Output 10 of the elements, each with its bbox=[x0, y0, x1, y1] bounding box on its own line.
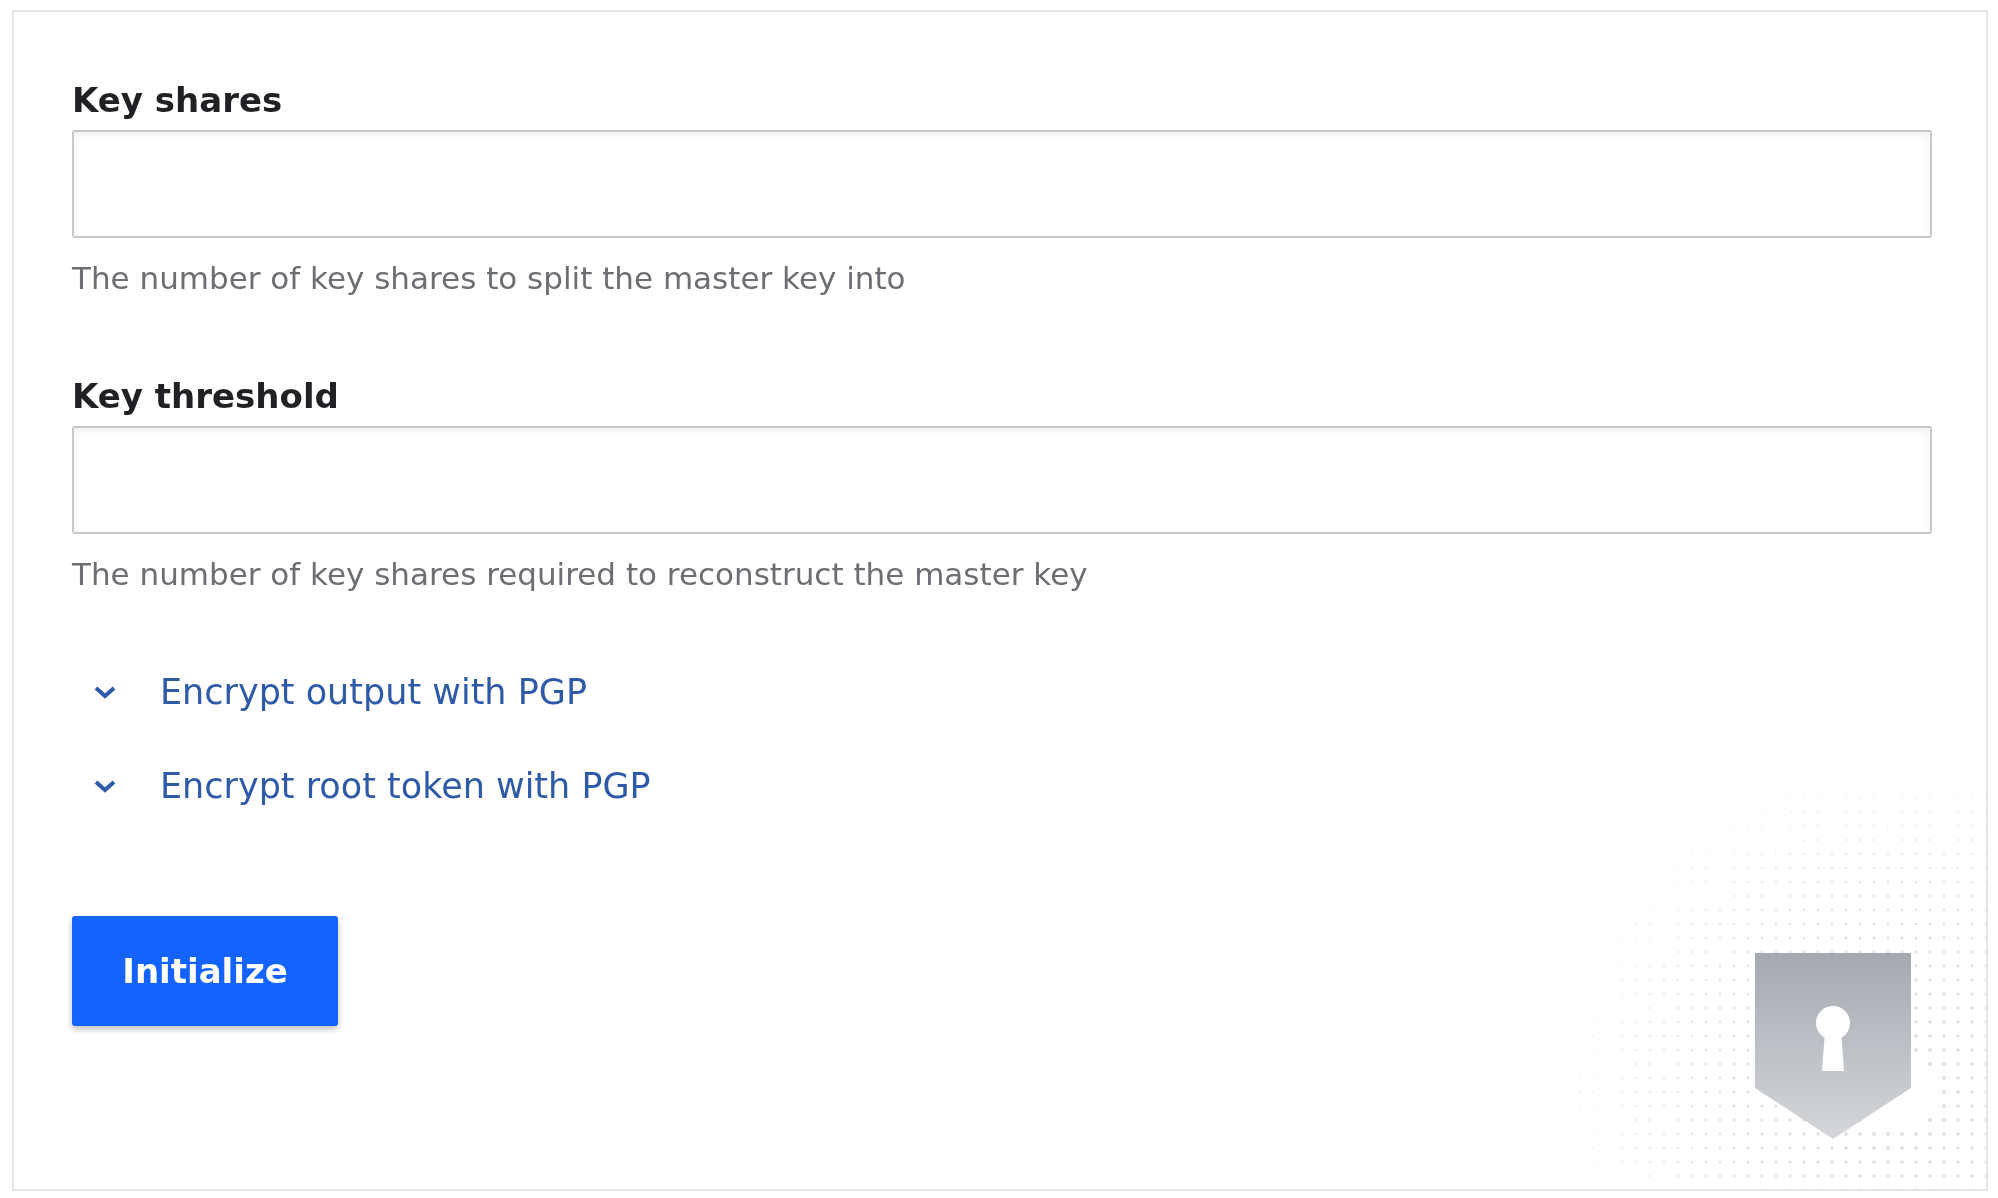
input-field[interactable] bbox=[72, 426, 1932, 534]
shield-keyhole-icon bbox=[1755, 953, 1911, 1139]
collapsible-toggle[interactable]: Encrypt output with PGP bbox=[92, 672, 587, 712]
field-label: Key threshold bbox=[72, 376, 340, 416]
help-text: The number of key shares to split the master key into bbox=[72, 260, 907, 296]
field-label: Key shares bbox=[72, 80, 284, 120]
help-text: The number of key shares required to reconstruct the master key bbox=[72, 556, 1089, 592]
initialize-button[interactable]: Initialize bbox=[72, 916, 338, 1026]
input-field[interactable] bbox=[72, 130, 1932, 238]
collapsible-toggle[interactable]: Encrypt root token with PGP bbox=[92, 766, 651, 806]
